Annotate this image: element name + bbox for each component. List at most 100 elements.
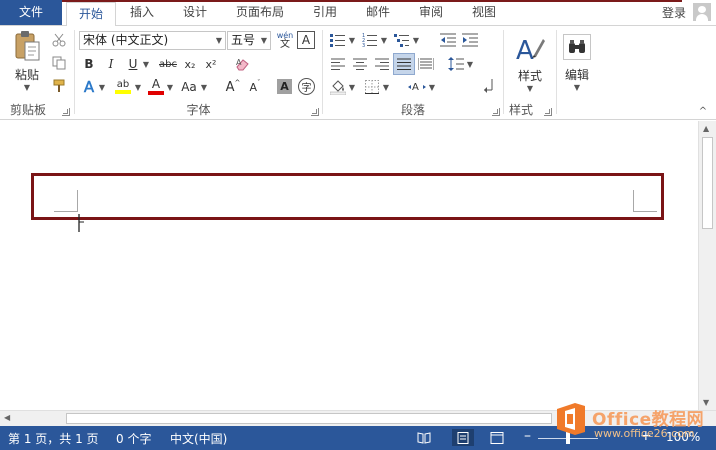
- increase-indent-button[interactable]: [461, 31, 479, 49]
- tab-review[interactable]: 审阅: [411, 0, 451, 25]
- document-canvas[interactable]: [0, 121, 698, 410]
- login-link[interactable]: 登录: [662, 4, 686, 21]
- scroll-left-icon[interactable]: ◀: [4, 413, 10, 422]
- multilevel-list-icon: [394, 34, 409, 47]
- svg-text:A: A: [412, 82, 419, 93]
- line-spacing-button[interactable]: [447, 55, 465, 73]
- align-center-button[interactable]: [351, 55, 369, 73]
- phonetic-guide-button[interactable]: wén 文: [276, 30, 294, 50]
- underline-button[interactable]: U: [125, 55, 141, 73]
- numbering-button[interactable]: 1 2 3: [361, 31, 379, 49]
- justify-button[interactable]: [393, 53, 415, 75]
- format-painter-button[interactable]: [50, 77, 68, 95]
- watermark-url: www.office26.com: [594, 427, 695, 440]
- text-effects-dropdown[interactable]: ▼: [97, 78, 107, 96]
- tab-references[interactable]: 引用: [305, 0, 345, 25]
- font-size-value: 五号: [231, 33, 256, 47]
- horizontal-scroll-thumb[interactable]: [66, 413, 552, 424]
- eraser-icon: A: [236, 58, 249, 71]
- text-effects-button[interactable]: A: [81, 78, 97, 97]
- decrease-indent-button[interactable]: [439, 31, 457, 49]
- multilevel-dropdown[interactable]: ▼: [411, 31, 421, 49]
- format-painter-icon: [53, 79, 65, 92]
- numbered-list-icon: 1 2 3: [362, 33, 377, 47]
- vertical-scrollbar[interactable]: ▲ ▼: [698, 121, 716, 410]
- page-count[interactable]: 第 1 页，共 1 页: [8, 430, 99, 447]
- superscript-button[interactable]: x²: [203, 55, 219, 73]
- web-layout-button[interactable]: [486, 429, 508, 446]
- shading-button[interactable]: [329, 78, 347, 96]
- vertical-scroll-thumb[interactable]: [702, 137, 713, 229]
- paragraph-launcher-icon[interactable]: [492, 108, 500, 116]
- chevron-down-icon: ▼: [526, 84, 534, 93]
- character-shading-button[interactable]: A: [277, 79, 292, 94]
- strikethrough-button[interactable]: abc: [157, 55, 179, 73]
- scroll-up-icon[interactable]: ▲: [703, 124, 709, 133]
- page-layout-icon: [457, 431, 469, 444]
- web-layout-icon: [490, 431, 504, 444]
- user-avatar-icon[interactable]: [693, 3, 711, 21]
- chevron-down-icon: ▼: [573, 83, 581, 92]
- shading-dropdown[interactable]: ▼: [347, 78, 357, 96]
- character-border-button[interactable]: A: [297, 31, 315, 49]
- tab-home[interactable]: 开始: [66, 2, 116, 26]
- chevron-down-icon: ▼: [98, 82, 106, 92]
- font-color-glyph: A: [151, 77, 161, 91]
- font-size-select[interactable]: 五号 ▼: [227, 31, 271, 50]
- enclose-characters-button[interactable]: 字: [298, 78, 315, 95]
- tab-insert[interactable]: 插入: [122, 0, 162, 25]
- asian-layout-dropdown[interactable]: ▼: [427, 78, 437, 96]
- highlight-color-button[interactable]: ab: [113, 76, 133, 96]
- tab-design[interactable]: 设计: [175, 0, 215, 25]
- line-spacing-dropdown[interactable]: ▼: [465, 55, 475, 73]
- editing-group: 编辑 ▼: [557, 26, 597, 120]
- font-launcher-icon[interactable]: [311, 108, 319, 116]
- font-name-select[interactable]: 宋体 (中文正文) ▼: [79, 31, 226, 50]
- clear-formatting-button[interactable]: A: [234, 55, 252, 73]
- clipboard-launcher-icon[interactable]: [62, 108, 70, 116]
- shrink-font-glyph: A: [249, 80, 258, 94]
- editing-button[interactable]: 编辑 ▼: [559, 30, 595, 96]
- change-case-dropdown[interactable]: ▼: [199, 78, 209, 96]
- tab-page-layout[interactable]: 页面布局: [228, 0, 292, 25]
- chevron-down-icon: ▼: [215, 36, 222, 45]
- zoom-out-button[interactable]: –: [524, 428, 531, 444]
- cut-button[interactable]: [50, 31, 68, 49]
- align-right-button[interactable]: [373, 55, 391, 73]
- read-mode-button[interactable]: [413, 429, 435, 446]
- language-indicator[interactable]: 中文(中国): [170, 430, 227, 447]
- change-case-button[interactable]: Aa: [179, 78, 199, 96]
- asian-layout-button[interactable]: A: [407, 78, 427, 96]
- paste-button[interactable]: 粘贴 ▼: [8, 30, 46, 92]
- print-layout-button[interactable]: [452, 429, 474, 446]
- align-left-button[interactable]: [329, 55, 347, 73]
- borders-dropdown[interactable]: ▼: [381, 78, 391, 96]
- chevron-down-icon: ▼: [134, 82, 142, 92]
- multilevel-list-button[interactable]: [393, 31, 411, 49]
- bullets-dropdown[interactable]: ▼: [347, 31, 357, 49]
- grow-font-button[interactable]: A ^: [225, 78, 241, 96]
- font-color-dropdown[interactable]: ▼: [165, 78, 175, 96]
- subscript-button[interactable]: x₂: [182, 55, 198, 73]
- underline-dropdown[interactable]: ▼: [141, 55, 151, 73]
- styles-button[interactable]: A 样式 ▼: [508, 30, 552, 96]
- arrow-mark-icon: [484, 79, 493, 93]
- shrink-font-button[interactable]: Aˇ: [247, 78, 263, 96]
- borders-button[interactable]: [363, 78, 381, 96]
- tab-file[interactable]: 文件: [0, 0, 62, 25]
- show-marks-button[interactable]: [479, 76, 497, 96]
- distributed-button[interactable]: [417, 55, 435, 73]
- tab-view[interactable]: 视图: [464, 0, 504, 25]
- highlight-dropdown[interactable]: ▼: [133, 78, 143, 96]
- tab-mailings[interactable]: 邮件: [358, 0, 398, 25]
- numbering-dropdown[interactable]: ▼: [379, 31, 389, 49]
- bullets-button[interactable]: [329, 31, 347, 49]
- copy-button[interactable]: [50, 54, 68, 72]
- collapse-ribbon-icon[interactable]: ^: [696, 106, 710, 117]
- text-cursor-icon: [78, 214, 84, 232]
- styles-launcher-icon[interactable]: [544, 108, 552, 116]
- font-color-button[interactable]: A: [147, 76, 165, 96]
- word-count[interactable]: 0 个字: [116, 430, 151, 447]
- italic-button[interactable]: I: [103, 55, 119, 73]
- bold-button[interactable]: B: [81, 55, 97, 73]
